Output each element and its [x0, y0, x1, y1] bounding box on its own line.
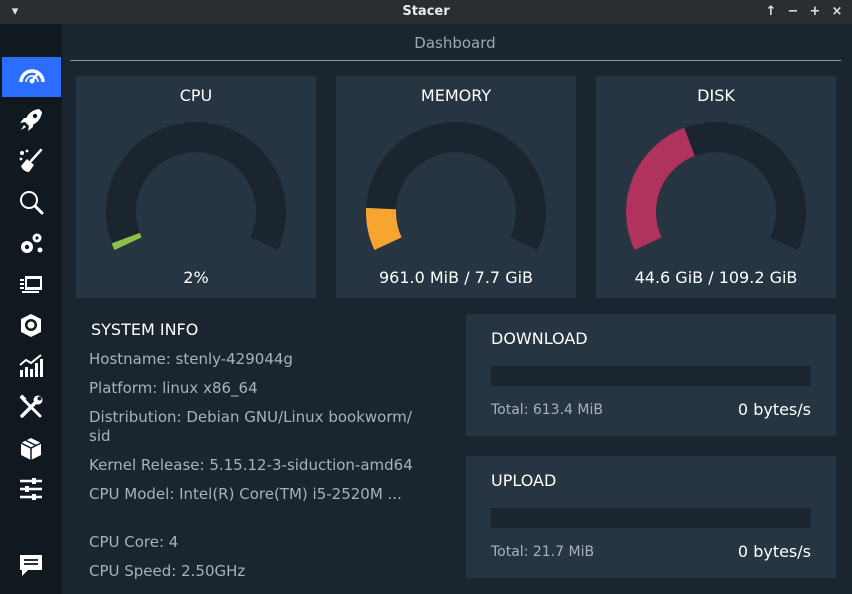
window-title: Stacer	[402, 4, 450, 19]
close-button[interactable]: ×	[828, 2, 846, 22]
disk-gauge-value: 44.6 GiB / 109.2 GiB	[634, 268, 798, 287]
sidebar-item-processes[interactable]	[0, 264, 62, 304]
sidebar-item-helpers[interactable]	[0, 387, 62, 427]
package-icon	[20, 438, 42, 460]
cpu-speed-text: CPU Speed: 2.50GHz	[89, 562, 246, 580]
settings-sliders-icon	[20, 478, 42, 500]
sidebar-item-uninstaller[interactable]	[0, 305, 62, 345]
sidebar-item-services[interactable]	[0, 223, 62, 263]
maximize-button[interactable]: +	[806, 2, 824, 22]
distribution-text: Distribution: Debian GNU/Linux bookworm/	[89, 408, 412, 426]
download-title: DOWNLOAD	[491, 329, 588, 348]
main-content: Dashboard CPU 2% MEMORY 961.0 MiB / 7.7 …	[62, 24, 852, 594]
memory-gauge-label: MEMORY	[420, 86, 492, 105]
memory-gauge-track	[366, 122, 546, 251]
download-chart	[491, 366, 811, 386]
feedback-icon	[20, 555, 42, 576]
download-card: DOWNLOAD Total: 613.4 MiB 0 bytes/s	[466, 314, 836, 436]
sidebar-item-system-cleaner[interactable]	[0, 141, 62, 181]
sidebar	[0, 24, 62, 594]
cpu-gauge	[106, 122, 286, 251]
memory-gauge-value: 961.0 MiB / 7.7 GiB	[378, 268, 534, 287]
broom-cleaner-icon	[19, 148, 43, 172]
kernel-release-text: Kernel Release: 5.15.12-3-siduction-amd6…	[89, 456, 413, 474]
cpu-gauge-card: CPU 2%	[76, 76, 316, 298]
sidebar-item-dashboard[interactable]	[2, 57, 61, 97]
sidebar-item-feedback[interactable]	[0, 545, 62, 585]
cpu-gauge-value: 2%	[183, 268, 209, 287]
hostname-text: Hostname: stenly-429044g	[89, 350, 293, 368]
download-total: Total: 613.4 MiB	[491, 402, 603, 418]
upload-title: UPLOAD	[491, 471, 557, 490]
memory-gauge-fill	[366, 207, 402, 251]
cpu-core-text: CPU Core: 4	[89, 533, 179, 551]
rocket-icon	[20, 109, 42, 131]
disk-gauge	[626, 122, 806, 251]
download-rate: 0 bytes/s	[737, 400, 811, 419]
disk-gauge-label: DISK	[697, 86, 735, 105]
platform-text: Platform: linux x86_64	[89, 379, 258, 397]
disk-gauge-card: DISK 44.6 GiB / 109.2 GiB	[596, 76, 836, 298]
sidebar-item-apt-repository[interactable]	[0, 428, 62, 468]
sidebar-item-search[interactable]	[0, 182, 62, 222]
cpu-gauge-track	[106, 122, 286, 251]
dashboard-icon	[18, 69, 45, 84]
title-divider	[70, 60, 841, 61]
cpu-gauge-label: CPU	[179, 86, 213, 105]
cpu-gauge-fill	[111, 232, 142, 251]
keep-above-button[interactable]: ↑	[762, 2, 780, 22]
sidebar-item-resources[interactable]	[0, 346, 62, 386]
sidebar-item-settings[interactable]	[0, 469, 62, 509]
resources-chart-icon	[19, 354, 43, 377]
gears-icon	[21, 233, 43, 253]
title-bar: ▾ Stacer ↑ − + ×	[0, 0, 852, 24]
page-title: Dashboard	[414, 34, 496, 52]
memory-gauge	[366, 122, 546, 251]
uninstaller-icon	[21, 314, 41, 337]
disk-gauge-fill	[626, 127, 696, 251]
cpu-model-text: CPU Model: Intel(R) Core(TM) i5-2520M ..…	[89, 485, 402, 503]
upload-chart	[491, 508, 811, 528]
upload-total: Total: 21.7 MiB	[491, 544, 595, 560]
distribution-text-cont: sid	[89, 427, 111, 445]
processes-icon	[20, 276, 42, 293]
search-icon	[20, 191, 44, 215]
system-info-title: SYSTEM INFO	[91, 320, 199, 339]
tools-icon	[19, 394, 43, 418]
upload-rate: 0 bytes/s	[737, 542, 811, 561]
upload-card: UPLOAD Total: 21.7 MiB 0 bytes/s	[466, 456, 836, 578]
minimize-button[interactable]: −	[784, 2, 802, 22]
memory-gauge-card: MEMORY 961.0 MiB / 7.7 GiB	[336, 76, 576, 298]
sidebar-item-startup-apps[interactable]	[0, 100, 62, 140]
